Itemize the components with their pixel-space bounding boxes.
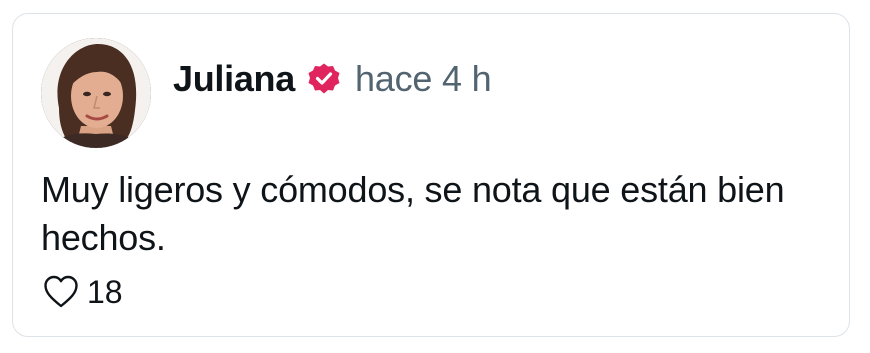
author-name[interactable]: Juliana (173, 58, 295, 100)
avatar[interactable] (41, 38, 151, 148)
verified-badge-icon (307, 62, 341, 96)
like-count: 18 (87, 273, 123, 310)
avatar-photo (41, 38, 151, 148)
heart-icon[interactable] (43, 275, 79, 309)
timestamp[interactable]: hace 4 h (355, 58, 492, 100)
comment-header: Juliana hace 4 h (173, 54, 492, 104)
like-button[interactable]: 18 (43, 272, 123, 312)
comment-text: Muy ligeros y cómodos, se nota que están… (41, 169, 785, 258)
comment-card: Juliana hace 4 h Muy ligeros y cómodos, … (12, 13, 850, 337)
